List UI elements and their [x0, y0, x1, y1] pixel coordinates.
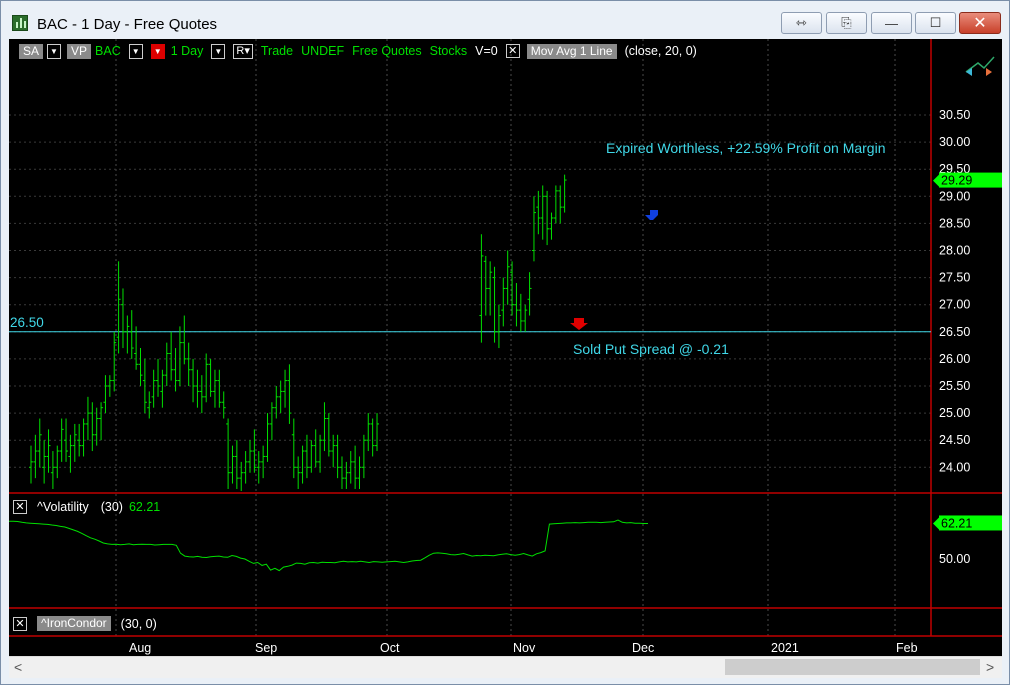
ironcondor-close-icon[interactable]: ✕	[13, 616, 27, 631]
sa-dropdown-icon[interactable]: ▼	[47, 43, 62, 59]
hline-label: 26.50	[10, 315, 44, 330]
chart-area[interactable]: 26.50 30.50 30.00 29.50 29.00 28.50 28.00 27.50…	[9, 39, 1002, 656]
time-axis-label: Aug	[129, 641, 151, 655]
time-axis-label: Sep	[255, 641, 277, 655]
r-label: R	[236, 44, 245, 57]
volume-label: V=0	[475, 44, 498, 58]
sold-put-annotation: Sold Put Spread @ -0.21	[573, 341, 729, 357]
last-price-label: 29.29	[941, 174, 972, 188]
study-close-icon[interactable]: ✕	[505, 44, 520, 58]
price-axis-label: 27.00	[939, 298, 970, 312]
study-params: (close, 20, 0)	[624, 44, 697, 58]
price-axis-label: 27.50	[939, 271, 970, 285]
scroll-left-icon[interactable]: <	[14, 659, 22, 675]
undef-label: UNDEF	[301, 44, 345, 58]
time-axis-label: Nov	[513, 641, 536, 655]
price-axis-label: 28.00	[939, 244, 970, 258]
study-button[interactable]: Mov Avg 1 Line	[526, 43, 617, 59]
app-window: BAC - 1 Day - Free Quotes ⇿ ⎘ — ☐ ✕ 26.5…	[0, 0, 1010, 685]
last-price-pointer-icon	[933, 174, 939, 187]
price-axis-label: 26.00	[939, 352, 970, 366]
quotes-label: Free Quotes	[352, 44, 422, 58]
chart-toolbar: SA ▼ VP BAC ▼ ▼ 1 Day ▼ R▾ Trade UNDEF F…	[19, 42, 697, 60]
price-axis-label: 25.00	[939, 406, 970, 420]
volatility-last-label: 62.21	[941, 516, 972, 530]
price-axis-label: 30.50	[939, 108, 970, 122]
time-axis-label: Feb	[896, 641, 918, 655]
volatility-name[interactable]: ^Volatility	[37, 500, 89, 514]
app-chart-icon	[12, 15, 28, 31]
properties-button[interactable]: ⎘	[826, 12, 867, 34]
maximize-button[interactable]: ☐	[915, 12, 956, 34]
time-axis-label: Dec	[632, 641, 654, 655]
price-axis-label: 25.50	[939, 379, 970, 393]
sell-arrow-icon	[570, 318, 588, 330]
volatility-value: 62.21	[128, 500, 161, 514]
price-axis-label: 29.00	[939, 189, 970, 203]
logo-right-arrow-icon	[986, 68, 992, 76]
window-title: BAC - 1 Day - Free Quotes	[37, 16, 218, 33]
interval-dropdown-icon[interactable]: ▼	[211, 43, 226, 59]
color-dropdown-icon[interactable]: ▼	[150, 43, 165, 59]
price-axis-label: 30.00	[939, 135, 970, 149]
price-axis-label: 26.50	[939, 325, 970, 339]
link-window-button[interactable]: ⇿	[781, 12, 822, 34]
volatility-line[interactable]	[9, 519, 648, 572]
sa-button[interactable]: SA	[19, 43, 44, 59]
ironcondor-button[interactable]: ^IronCondor	[37, 616, 111, 631]
trade-label: Trade	[260, 44, 294, 58]
scroll-thumb[interactable]	[725, 659, 980, 675]
time-axis-label: 2021	[771, 641, 799, 655]
volatility-header: ✕ ^Volatility (30) 62.21	[13, 500, 160, 514]
symbol-dropdown-icon[interactable]: ▼	[128, 43, 143, 59]
volatility-params: (30)	[100, 500, 123, 514]
price-axis-label: 24.50	[939, 433, 970, 447]
vp-button[interactable]: VP	[67, 43, 92, 59]
title-bar[interactable]: BAC - 1 Day - Free Quotes ⇿ ⎘ — ☐ ✕	[1, 1, 1009, 39]
close-button[interactable]: ✕	[959, 12, 1001, 34]
ironcondor-header: ✕ ^IronCondor (30, 0)	[13, 616, 157, 631]
volatility-close-icon[interactable]: ✕	[13, 500, 27, 514]
price-axis-label: 28.50	[939, 216, 970, 230]
r-dropdown[interactable]: R▾	[233, 43, 253, 59]
symbol-label[interactable]: BAC	[95, 44, 121, 58]
scroll-right-icon[interactable]: >	[986, 659, 994, 675]
volatility-axis-label: 50.00	[939, 552, 970, 566]
minimize-button[interactable]: —	[871, 12, 912, 34]
expired-annotation: Expired Worthless, +22.59% Profit on Mar…	[606, 140, 886, 156]
price-axis-label: 24.00	[939, 460, 970, 474]
interval-label[interactable]: 1 Day	[171, 44, 204, 58]
time-axis-label: Oct	[380, 641, 400, 655]
ironcondor-params: (30, 0)	[120, 616, 157, 631]
stocks-label: Stocks	[429, 44, 468, 58]
price-chart-svg[interactable]: 26.5030.5030.0029.5029.0028.5028.0027.50…	[9, 39, 1002, 656]
volatility-pointer-icon	[933, 517, 939, 530]
buy-arrow-icon	[645, 210, 658, 220]
horizontal-scrollbar[interactable]: < >	[9, 656, 1002, 678]
